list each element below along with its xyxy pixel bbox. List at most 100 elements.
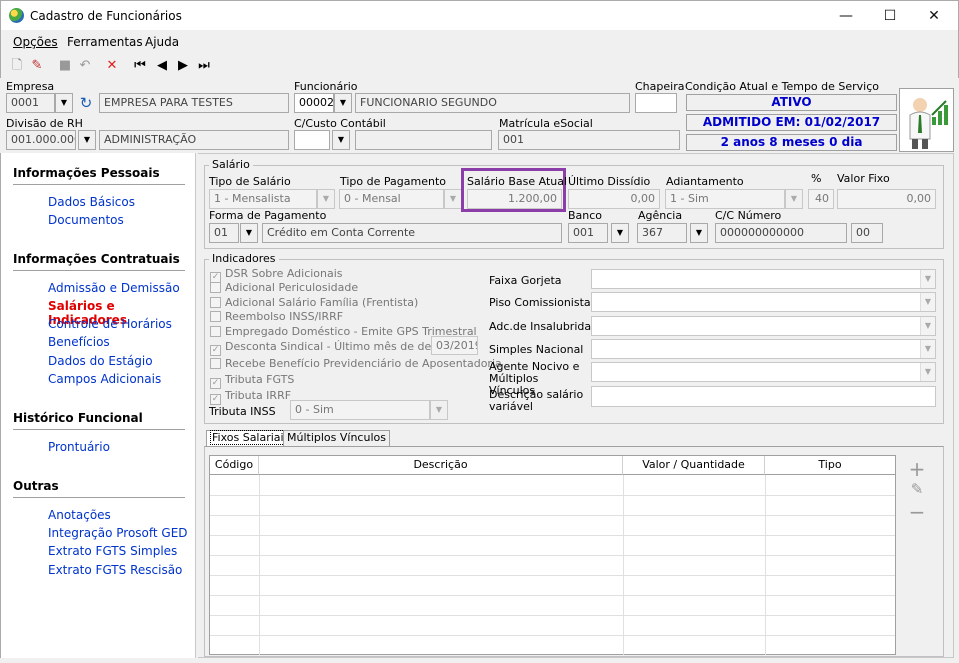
- nav-documentos[interactable]: Documentos: [48, 213, 124, 227]
- forma-pagamento-code[interactable]: 01: [209, 223, 239, 243]
- faixa-gorjeta-select[interactable]: ▼: [591, 269, 936, 289]
- nav-admissao-demissao[interactable]: Admissão e Demissão: [48, 281, 180, 295]
- tributa-inss-dropdown[interactable]: ▼: [430, 400, 448, 420]
- new-icon[interactable]: 🗋: [9, 58, 25, 74]
- checkbox[interactable]: [210, 311, 221, 322]
- salario-base-field[interactable]: 1.200,00: [467, 189, 562, 209]
- check-sindical[interactable]: ✓ Desconta Sindical - Último mês de desco…: [210, 340, 468, 356]
- nav-prontuario[interactable]: Prontuário: [48, 440, 110, 454]
- table-row: [210, 555, 895, 556]
- sindical-mes-field[interactable]: 03/2019: [431, 336, 478, 355]
- insalubridade-select[interactable]: ▼: [591, 316, 936, 336]
- menu-opcoes[interactable]: Opções: [13, 35, 58, 49]
- checkbox[interactable]: ✓: [210, 394, 221, 405]
- tab-multiplos-vinculos[interactable]: Múltiplos Vínculos: [283, 430, 390, 446]
- agencia-dropdown[interactable]: ▼: [690, 223, 708, 243]
- check-beneficio-previdenciario[interactable]: Recebe Benefício Previdenciário de Apose…: [210, 357, 502, 370]
- fixos-salariais-grid[interactable]: Código Descrição Valor / Quantidade Tipo: [209, 455, 896, 655]
- empresa-dropdown-button[interactable]: ▼: [55, 93, 73, 113]
- ultimo-dissidio-field[interactable]: 0,00: [568, 189, 660, 209]
- cc-numero-field[interactable]: 000000000000: [715, 223, 847, 243]
- nav-extrato-fgts-rescisao[interactable]: Extrato FGTS Rescisão: [48, 563, 182, 577]
- checkbox[interactable]: ✓: [210, 345, 221, 356]
- forma-pagamento-dropdown[interactable]: ▼: [240, 223, 258, 243]
- column-header-valor[interactable]: Valor / Quantidade: [623, 456, 765, 475]
- nav-beneficios[interactable]: Benefícios: [48, 335, 110, 349]
- maximize-button[interactable]: ☐: [867, 1, 913, 31]
- checkbox[interactable]: [210, 358, 221, 369]
- table-row: [210, 575, 895, 576]
- percent-field[interactable]: 40: [808, 189, 834, 209]
- nav-anotacoes[interactable]: Anotações: [48, 508, 111, 522]
- minimize-button[interactable]: —: [823, 1, 869, 31]
- column-header-codigo[interactable]: Código: [210, 456, 259, 475]
- delete-icon[interactable]: ✕: [104, 58, 120, 74]
- check-reembolso[interactable]: Reembolso INSS/IRRF: [210, 310, 343, 323]
- funcionario-code-field[interactable]: 00002: [294, 93, 334, 113]
- nav-dados-estagio[interactable]: Dados do Estágio: [48, 354, 153, 368]
- divisao-code-field[interactable]: 001.000.000: [6, 130, 76, 150]
- column-header-descricao[interactable]: Descrição: [259, 456, 623, 475]
- chapeira-field[interactable]: [635, 93, 677, 113]
- nav-integracao-ged[interactable]: Integração Prosoft GED: [48, 526, 188, 540]
- simples-nacional-select[interactable]: ▼: [591, 339, 936, 359]
- app-icon: [9, 8, 24, 23]
- banco-field[interactable]: 001: [568, 223, 608, 243]
- check-salario-familia[interactable]: Adicional Salário Família (Frentista): [210, 296, 418, 309]
- cc-digito-field[interactable]: 00: [851, 223, 883, 243]
- admitido-badge: ADMITIDO EM: 01/02/2017: [686, 114, 897, 131]
- tab-fixos-salariais[interactable]: Fixos Salariais: [206, 430, 296, 447]
- nav-campos-adicionais[interactable]: Campos Adicionais: [48, 372, 161, 386]
- menu-ferramentas[interactable]: Ferramentas: [67, 35, 143, 49]
- adiantamento-dropdown[interactable]: ▼: [785, 189, 803, 209]
- custo-dropdown-button[interactable]: ▼: [332, 130, 350, 150]
- close-button[interactable]: ✕: [911, 1, 957, 31]
- checkbox[interactable]: ✓: [210, 378, 221, 389]
- menu-ajuda[interactable]: Ajuda: [145, 35, 179, 49]
- adiantamento-field[interactable]: 1 - Sim: [665, 189, 785, 209]
- chevron-down-icon: ▼: [920, 270, 935, 288]
- undo-icon[interactable]: ↶: [77, 58, 93, 74]
- matricula-field[interactable]: 001: [498, 130, 680, 150]
- tipo-pagamento-dropdown[interactable]: ▼: [444, 189, 462, 209]
- save-icon[interactable]: ■: [57, 58, 73, 74]
- divisao-dropdown-button[interactable]: ▼: [78, 130, 96, 150]
- checkbox[interactable]: [210, 282, 221, 293]
- tipo-salario-dropdown[interactable]: ▼: [317, 189, 335, 209]
- descricao-salario-label: Descrição salário variável: [489, 388, 584, 413]
- tipo-salario-field[interactable]: 1 - Mensalista: [209, 189, 317, 209]
- check-periculosidade[interactable]: Adicional Periculosidade: [210, 281, 358, 294]
- agencia-field[interactable]: 367: [637, 223, 687, 243]
- valor-fixo-field[interactable]: 0,00: [837, 189, 936, 209]
- previous-record-icon[interactable]: ◀: [154, 58, 170, 74]
- check-tributa-irrf[interactable]: ✓ Tributa IRRF: [210, 389, 291, 405]
- checkbox[interactable]: [210, 297, 221, 308]
- column-header-tipo[interactable]: Tipo: [765, 456, 895, 475]
- checkbox[interactable]: [210, 326, 221, 337]
- custo-code-field[interactable]: [294, 130, 330, 150]
- piso-comissionista-select[interactable]: ▼: [591, 292, 936, 312]
- tipo-pagamento-field[interactable]: 0 - Mensal: [339, 189, 444, 209]
- matricula-label: Matrícula eSocial: [499, 117, 593, 130]
- faixa-gorjeta-label: Faixa Gorjeta: [489, 274, 562, 287]
- edit-icon[interactable]: ✎: [29, 58, 45, 74]
- nav-extrato-fgts-simples[interactable]: Extrato FGTS Simples: [48, 544, 177, 558]
- empresa-code-field[interactable]: 0001: [6, 93, 55, 113]
- agente-nocivo-select[interactable]: ▼: [591, 362, 936, 382]
- check-tributa-fgts[interactable]: ✓ Tributa FGTS: [210, 373, 294, 389]
- nav-controle-horarios[interactable]: Controle de Horários: [48, 317, 172, 331]
- funcionario-name-field: FUNCIONARIO SEGUNDO: [355, 93, 630, 113]
- tributa-inss-field[interactable]: 0 - Sim: [290, 400, 430, 420]
- last-record-icon[interactable]: ⏭: [196, 58, 212, 74]
- funcionario-dropdown-button[interactable]: ▼: [334, 93, 352, 113]
- edit-row-icon[interactable]: ✎: [907, 480, 927, 498]
- section-outras: Outras: [13, 479, 59, 493]
- banco-dropdown[interactable]: ▼: [611, 223, 629, 243]
- first-record-icon[interactable]: ⏮: [132, 58, 148, 74]
- descricao-salario-field[interactable]: [591, 386, 936, 407]
- refresh-icon[interactable]: ↻: [77, 94, 95, 112]
- add-icon[interactable]: +: [907, 457, 927, 481]
- next-record-icon[interactable]: ▶: [175, 58, 191, 74]
- nav-dados-basicos[interactable]: Dados Básicos: [48, 195, 135, 209]
- remove-icon[interactable]: −: [907, 500, 927, 524]
